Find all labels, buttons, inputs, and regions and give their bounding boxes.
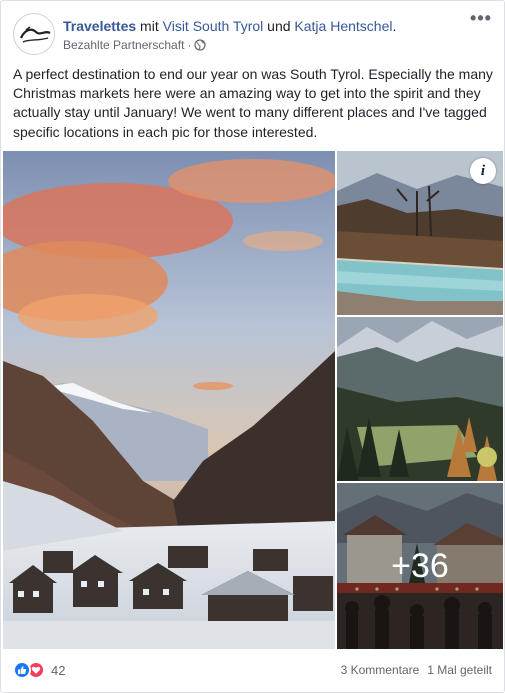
engagement-stats: 3 Kommentare 1 Mal geteilt xyxy=(341,663,492,677)
person-link[interactable]: Katja Hentschel xyxy=(294,18,392,34)
post-footer: 42 3 Kommentare 1 Mal geteilt xyxy=(13,656,492,684)
photo-grid: i +36 xyxy=(1,149,504,651)
post-meta: Travelettes mit Visit South Tyrol und Ka… xyxy=(63,17,462,53)
and-text: und xyxy=(263,18,295,34)
comments-count-link[interactable]: 3 Kommentare xyxy=(341,663,420,677)
valley-sunset-image xyxy=(3,151,335,649)
post-subtitle: Bezahlte Partnerschaft · xyxy=(63,37,462,53)
with-text: mit xyxy=(136,18,163,34)
reactions-summary[interactable]: 42 xyxy=(13,661,65,679)
photo-valley-sunset[interactable] xyxy=(3,151,335,649)
subtitle-separator: · xyxy=(187,38,192,52)
globe-icon[interactable] xyxy=(194,39,207,51)
info-icon[interactable]: i xyxy=(470,158,496,184)
heart-icon xyxy=(31,666,41,674)
like-reaction-icon xyxy=(13,661,31,679)
shares-count-link[interactable]: 1 Mal geteilt xyxy=(427,663,492,677)
travelettes-logo-icon xyxy=(15,15,54,54)
more-photos-count: +36 xyxy=(391,546,449,585)
post-header: Travelettes mit Visit South Tyrol und Ka… xyxy=(13,9,492,57)
partner-link[interactable]: Visit South Tyrol xyxy=(163,18,264,34)
post-text: A perfect destination to end our year on… xyxy=(13,66,493,140)
post-card: Travelettes mit Visit South Tyrol und Ka… xyxy=(0,0,505,693)
forest-valley-image xyxy=(337,317,503,481)
thumbs-up-icon xyxy=(18,666,27,674)
photo-christmas-market[interactable]: +36 xyxy=(337,483,503,649)
reaction-count: 42 xyxy=(51,662,66,678)
photo-forest-valley[interactable] xyxy=(337,317,503,481)
photo-pool[interactable]: i xyxy=(337,151,503,315)
more-photos-overlay[interactable]: +36 xyxy=(337,483,503,649)
page-avatar[interactable] xyxy=(13,13,55,55)
post-title-line: Travelettes mit Visit South Tyrol und Ka… xyxy=(63,17,462,35)
paid-partnership-label[interactable]: Bezahlte Partnerschaft xyxy=(63,37,184,53)
period-text: . xyxy=(392,18,397,34)
page-name-link[interactable]: Travelettes xyxy=(63,18,136,34)
more-options-icon[interactable]: ••• xyxy=(470,9,492,29)
